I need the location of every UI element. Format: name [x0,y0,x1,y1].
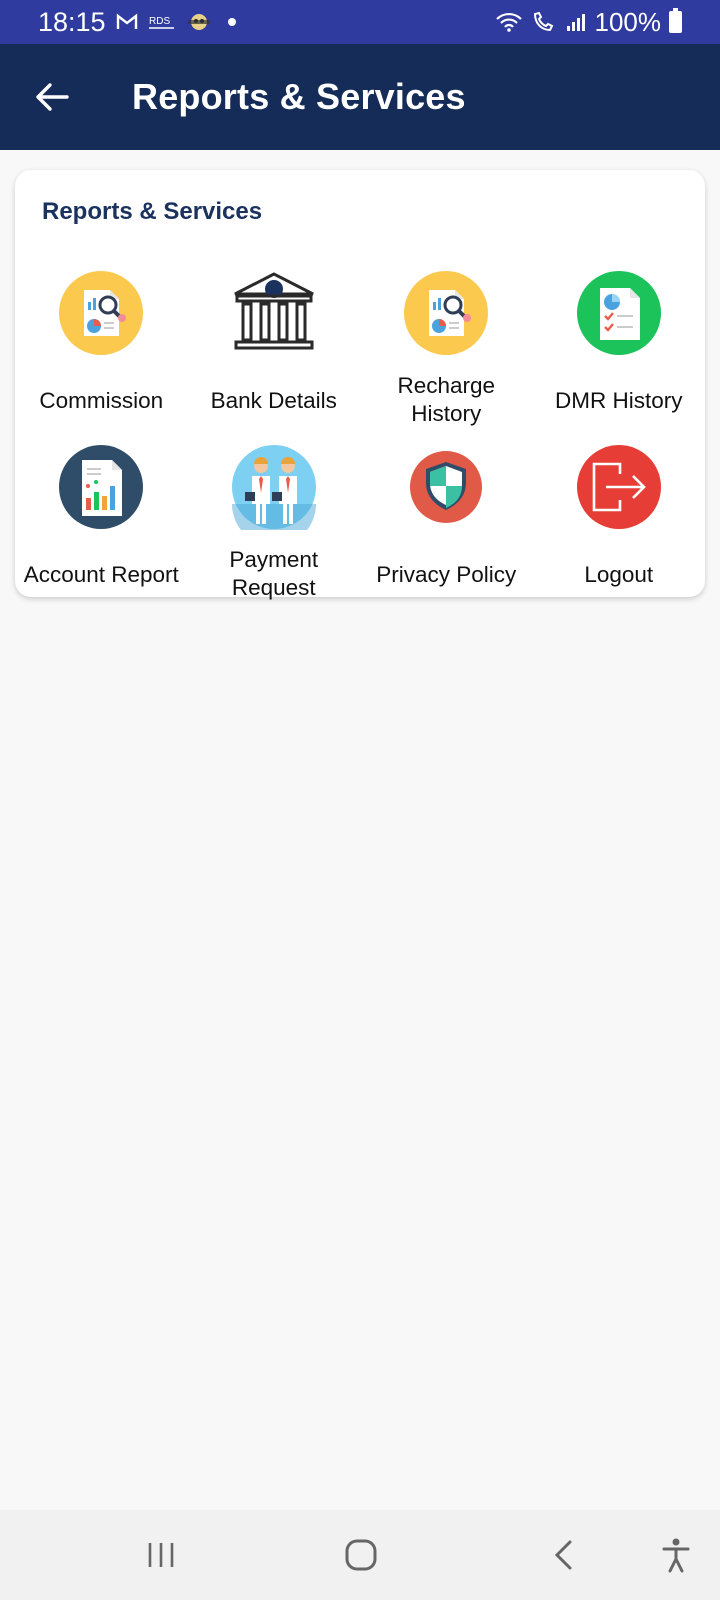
payment-request-tile[interactable]: Payment Request [188,444,361,618]
back-button[interactable] [24,69,80,125]
volte-call-icon [533,11,553,32]
wifi-icon [495,12,522,32]
recharge-history-tile[interactable]: Recharge History [360,270,533,444]
bank-icon [231,270,317,356]
shield-icon [403,444,489,530]
app-icon [187,14,210,30]
system-nav-bar [0,1510,720,1600]
rds-icon: RDS [148,16,174,29]
account-report-label: Account Report [23,562,179,587]
logout-label: Logout [584,562,654,587]
notification-dot [227,18,236,26]
report-magnifier-icon [58,270,144,356]
back-icon [554,1540,572,1570]
payment-request-label: Payment Request [229,547,319,600]
dmr-history-tile[interactable]: DMR History [533,270,706,444]
status-right: 100% [495,6,682,38]
services-card: Reports & Services Commission Bank Detai… [15,170,705,600]
accessibility-icon [662,1538,690,1573]
business-people-icon [231,444,317,530]
bar-chart-report-icon [58,444,144,530]
app-bar: Reports & Services [0,44,720,150]
svg-text:RDS: RDS [149,16,170,27]
battery-icon [669,8,682,33]
home-icon [345,1539,377,1571]
recent-apps-button[interactable] [136,1530,186,1580]
logout-tile[interactable]: Logout [533,444,706,618]
home-button[interactable] [336,1530,386,1580]
services-grid: Commission Bank Details Recharge History… [15,270,705,618]
signal-icon [566,14,585,31]
bank-details-label: Bank Details [210,388,337,413]
commission-label: Commission [39,388,164,413]
account-report-tile[interactable]: Account Report [15,444,188,618]
recharge-history-label: Recharge History [397,373,496,426]
status-time: 18:15 [38,6,106,37]
report-magnifier-icon [403,270,489,356]
commission-tile[interactable]: Commission [15,270,188,444]
checklist-report-icon [576,270,662,356]
privacy-policy-tile[interactable]: Privacy Policy [360,444,533,618]
page-title: Reports & Services [132,76,466,117]
bank-details-tile[interactable]: Bank Details [188,270,361,444]
gmail-icon [116,13,137,29]
accessibility-button[interactable] [651,1530,701,1580]
recent-apps-icon [148,1543,174,1567]
status-bar: 18:15 RDS 100% [0,0,720,44]
logout-icon [576,444,662,530]
status-left: 18:15 RDS [38,7,236,38]
dmr-history-label: DMR History [555,388,683,413]
arrow-left-icon [36,83,69,111]
battery-percentage: 100% [594,6,662,37]
privacy-policy-label: Privacy Policy [376,562,517,587]
card-title: Reports & Services [42,198,263,225]
system-back-button[interactable] [538,1530,588,1580]
